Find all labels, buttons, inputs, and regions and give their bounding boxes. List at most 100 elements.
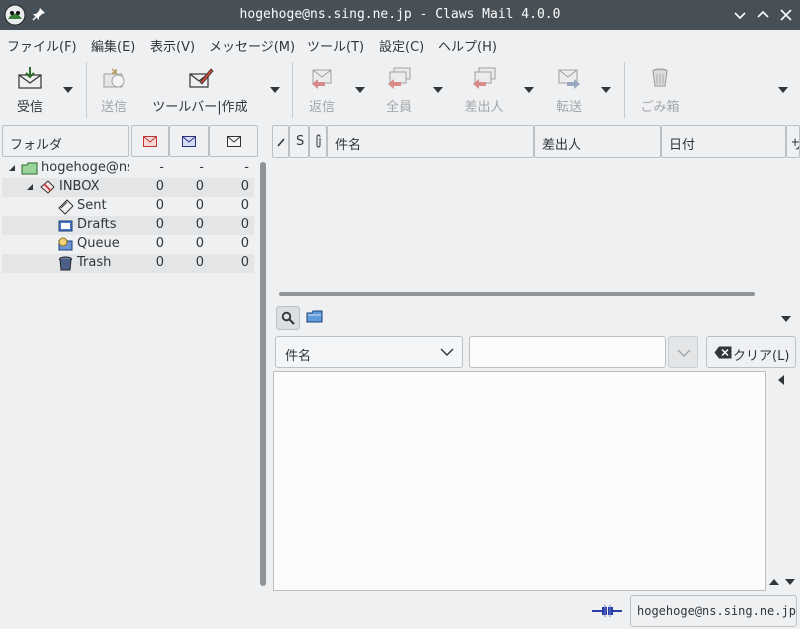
message-list-scrollbar[interactable] bbox=[279, 292, 755, 296]
expand-arrow-icon[interactable] bbox=[8, 164, 16, 172]
folder-column-header[interactable]: フォルダ bbox=[2, 125, 129, 157]
trash-button[interactable]: ごみ箱 bbox=[638, 58, 682, 122]
attachment-column-header[interactable] bbox=[309, 125, 327, 158]
window-title: hogehoge@ns.sing.ne.jp - Claws Mail 4.0.… bbox=[239, 7, 561, 22]
subject-column-header[interactable]: 件名 bbox=[327, 125, 534, 158]
menu-settings[interactable]: 設定(C) bbox=[379, 36, 424, 55]
forward-dropdown-icon[interactable] bbox=[601, 86, 611, 94]
folder-new-count: 0 bbox=[155, 217, 164, 232]
folder-row-trash[interactable]: Trash 0 0 0 bbox=[2, 254, 254, 273]
receive-label: 受信 bbox=[16, 100, 43, 115]
expand-left-icon[interactable] bbox=[777, 375, 785, 385]
expand-arrow-icon[interactable] bbox=[26, 183, 34, 191]
main-toolbar: 受信 送信 ツールバー|作成 返信 全員 差出人 転送 ごみ箱 bbox=[0, 58, 800, 122]
reply-icon bbox=[312, 69, 332, 89]
menu-help[interactable]: ヘルプ(H) bbox=[438, 36, 497, 55]
mark-column-header[interactable] bbox=[272, 125, 289, 158]
status-column-header[interactable]: S bbox=[289, 125, 309, 158]
folder-new-count: 0 bbox=[155, 236, 164, 251]
chevron-down-icon bbox=[677, 349, 691, 357]
folder-row-account[interactable]: hogehoge@ns - - - bbox=[2, 159, 254, 178]
search-field-value: 件名 bbox=[285, 349, 312, 364]
scroll-down-icon[interactable] bbox=[785, 578, 795, 586]
from-column-header[interactable]: 差出人 bbox=[534, 125, 661, 158]
folder-row-inbox[interactable]: INBOX 0 0 0 bbox=[2, 178, 254, 197]
folder-unread-count: 0 bbox=[195, 255, 204, 270]
folder-row-queue[interactable]: Queue 0 0 0 bbox=[2, 235, 254, 254]
toolbar-separator bbox=[624, 62, 625, 118]
search-input[interactable] bbox=[469, 336, 666, 368]
sent-icon bbox=[58, 199, 74, 215]
online-connection-icon[interactable] bbox=[592, 604, 622, 618]
receive-button[interactable]: 受信 bbox=[10, 58, 50, 122]
reply-all-label: 全員 bbox=[385, 100, 412, 115]
paperclip-icon bbox=[316, 134, 321, 148]
collapse-dropdown-icon[interactable] bbox=[781, 315, 791, 323]
maximize-icon[interactable] bbox=[754, 6, 772, 24]
folder-icon[interactable] bbox=[306, 309, 324, 325]
folder-total-count: 0 bbox=[240, 236, 249, 251]
date-column-header[interactable]: 日付 bbox=[661, 125, 786, 158]
reply-all-dropdown-icon[interactable] bbox=[433, 86, 443, 94]
compose-button[interactable]: ツールバー|作成 bbox=[148, 58, 252, 122]
size-column-header[interactable]: サ bbox=[786, 125, 800, 158]
reply-sender-dropdown-icon[interactable] bbox=[524, 86, 534, 94]
folder-total-count: - bbox=[244, 160, 249, 175]
search-history-dropdown[interactable] bbox=[668, 336, 698, 368]
folder-name: INBOX bbox=[59, 179, 100, 194]
folder-name: hogehoge@ns bbox=[41, 160, 129, 175]
folder-unread-count: 0 bbox=[195, 179, 204, 194]
reply-all-button[interactable]: 全員 bbox=[381, 58, 417, 122]
menu-tools[interactable]: ツール(T) bbox=[307, 36, 364, 55]
trash-label: ごみ箱 bbox=[640, 100, 680, 115]
folder-name: Trash bbox=[77, 255, 112, 270]
status-column-label: S bbox=[296, 134, 305, 149]
trash-bin-icon bbox=[652, 68, 668, 87]
folder-name: Drafts bbox=[77, 217, 117, 232]
menu-view[interactable]: 表示(V) bbox=[150, 36, 195, 55]
folder-new-count: 0 bbox=[155, 255, 164, 270]
close-icon[interactable] bbox=[777, 6, 795, 24]
scroll-up-icon[interactable] bbox=[769, 578, 779, 586]
menu-file[interactable]: ファイル(F) bbox=[7, 36, 77, 55]
total-column-header[interactable] bbox=[209, 125, 258, 157]
folder-new-count: 0 bbox=[155, 179, 164, 194]
search-toggle-button[interactable] bbox=[276, 306, 300, 330]
reply-button[interactable]: 返信 bbox=[302, 58, 342, 122]
folder-unread-count: 0 bbox=[195, 198, 204, 213]
reply-dropdown-icon[interactable] bbox=[355, 86, 365, 94]
new-mail-icon bbox=[143, 136, 157, 147]
forward-label: 転送 bbox=[555, 100, 582, 115]
message-view[interactable] bbox=[273, 371, 766, 591]
receive-dropdown-icon[interactable] bbox=[63, 86, 73, 94]
menu-bar: ファイル(F) 編集(E) 表示(V) メッセージ(M) ツール(T) 設定(C… bbox=[0, 30, 800, 56]
message-list: S 件名 差出人 日付 サ bbox=[272, 125, 800, 285]
toolbar-separator bbox=[86, 62, 87, 118]
folder-pane-scrollbar[interactable] bbox=[260, 162, 266, 586]
backspace-icon bbox=[714, 346, 732, 359]
compose-mail-icon bbox=[189, 68, 214, 88]
unread-mail-icon bbox=[182, 136, 196, 147]
new-column-header[interactable] bbox=[131, 125, 169, 157]
menu-edit[interactable]: 編集(E) bbox=[91, 36, 135, 55]
folder-row-sent[interactable]: Sent 0 0 0 bbox=[2, 197, 254, 216]
forward-button[interactable]: 転送 bbox=[551, 58, 587, 122]
size-column-label: サ bbox=[791, 134, 799, 153]
account-selector-button[interactable]: hogehoge@ns.sing.ne.jp bbox=[630, 595, 797, 627]
reply-sender-button[interactable]: 差出人 bbox=[460, 58, 508, 122]
send-button[interactable]: 送信 bbox=[95, 58, 133, 122]
folder-row-drafts[interactable]: Drafts 0 0 0 bbox=[2, 216, 254, 235]
minimize-icon[interactable] bbox=[731, 6, 749, 24]
folder-total-count: 0 bbox=[240, 179, 249, 194]
folder-unread-count: - bbox=[199, 160, 204, 175]
menu-message[interactable]: メッセージ(M) bbox=[209, 36, 295, 55]
unread-column-header[interactable] bbox=[169, 125, 209, 157]
send-mail-icon bbox=[103, 68, 125, 88]
search-field-select[interactable]: 件名 bbox=[275, 336, 463, 368]
compose-dropdown-icon[interactable] bbox=[270, 86, 280, 94]
queue-icon bbox=[58, 237, 73, 251]
folder-unread-count: 0 bbox=[195, 236, 204, 251]
search-icon bbox=[281, 311, 295, 325]
toolbar-overflow-icon[interactable] bbox=[778, 86, 788, 94]
clear-button[interactable]: クリア(L) bbox=[706, 336, 796, 368]
